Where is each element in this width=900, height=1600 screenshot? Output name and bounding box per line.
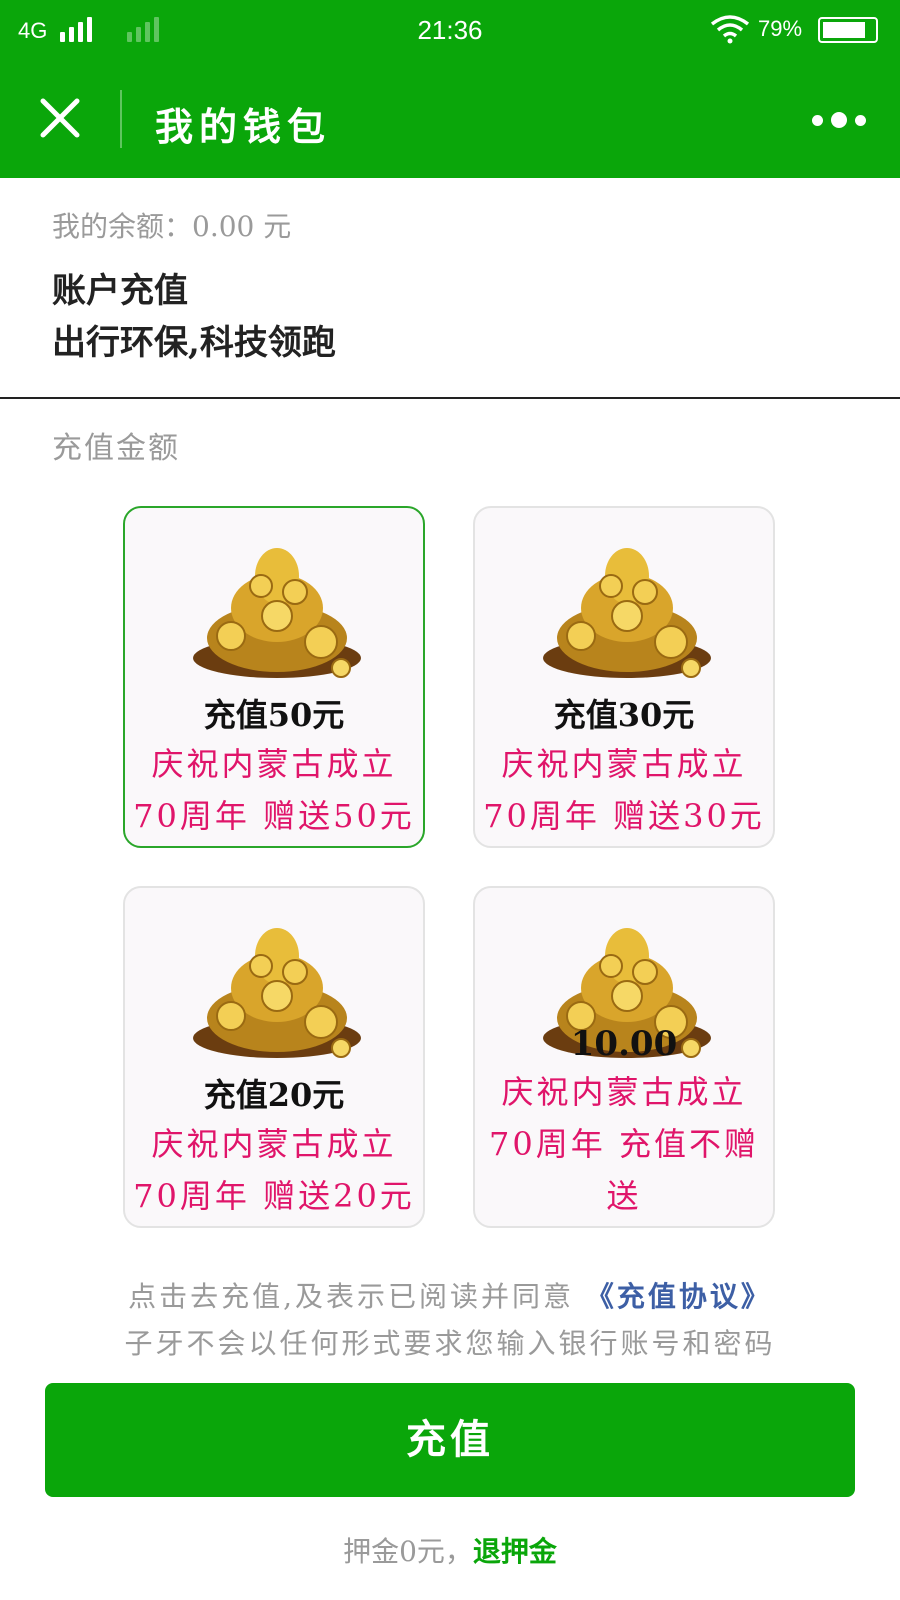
option-promo: 庆祝内蒙古成立70周年 充值不赠送: [489, 1073, 759, 1215]
recharge-title: 账户充值: [52, 271, 188, 311]
more-dots-icon[interactable]: [812, 110, 892, 130]
option-name: 充值30元: [553, 696, 695, 734]
recharge-option-50[interactable]: 充值50元 庆祝内蒙古成立70周年 赠送50元: [123, 506, 425, 848]
nav-divider: [120, 90, 122, 148]
status-bar: 4G 21:36 79%: [0, 0, 900, 60]
agreement-notice-text: 点击去充值,及表示已阅读并同意: [128, 1280, 574, 1313]
option-promo: 庆祝内蒙古成立70周年 赠送30元: [483, 745, 765, 835]
gold-coins-icon: [543, 548, 711, 678]
gold-coins-icon: [193, 548, 361, 678]
recharge-option-20[interactable]: 充值20元 庆祝内蒙古成立70周年 赠送20元: [123, 886, 425, 1228]
agreement-link[interactable]: 《充值协议》: [586, 1280, 772, 1313]
close-icon[interactable]: [38, 96, 82, 140]
option-name: 充值50元: [203, 696, 345, 734]
agreement-notice: 点击去充值,及表示已阅读并同意 《充值协议》: [0, 1275, 900, 1315]
option-name: 10.00: [570, 1024, 678, 1064]
recharge-option-10[interactable]: 10.00 庆祝内蒙古成立70周年 充值不赠送: [473, 886, 775, 1228]
battery-percent: 79%: [758, 16, 803, 41]
recharge-button[interactable]: 充值: [45, 1383, 855, 1497]
nav-bar: 我的钱包: [0, 60, 900, 178]
battery-icon: [818, 17, 878, 43]
wifi-icon: [710, 15, 750, 44]
deposit-text: 押金0元，: [343, 1535, 473, 1568]
slogan: 出行环保,科技领跑: [52, 323, 336, 363]
page-title: 我的钱包: [155, 104, 332, 149]
amount-label: 充值金额: [52, 431, 180, 466]
security-notice: 子牙不会以任何形式要求您输入银行账号和密码: [124, 1327, 776, 1360]
option-promo: 庆祝内蒙古成立70周年 赠送50元: [133, 745, 415, 835]
deposit-line: 押金0元，退押金: [0, 1530, 900, 1570]
gold-coins-icon: [193, 928, 361, 1058]
section-divider: [0, 397, 900, 399]
balance-text: 我的余额：0.00 元: [52, 210, 292, 243]
recharge-option-30[interactable]: 充值30元 庆祝内蒙古成立70周年 赠送30元: [473, 506, 775, 848]
option-name: 充值20元: [203, 1076, 345, 1114]
option-promo: 庆祝内蒙古成立70周年 赠送20元: [133, 1125, 415, 1215]
refund-deposit-link[interactable]: 退押金: [473, 1535, 557, 1568]
